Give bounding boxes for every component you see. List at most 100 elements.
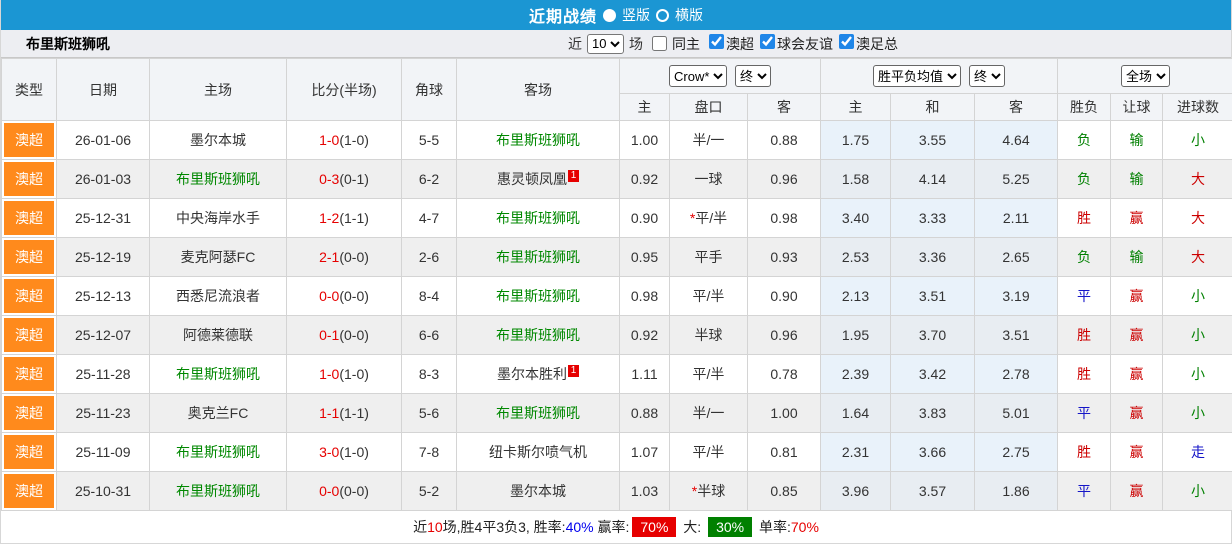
date-cell: 25-12-31 [57, 199, 150, 238]
red-card-badge: 1 [568, 170, 579, 182]
mean-away-cell: 3.51 [975, 316, 1058, 355]
recent-count-select[interactable]: 10 [587, 34, 624, 54]
vertical-layout-radio[interactable] [603, 9, 616, 22]
handicap-text: 半/一 [693, 132, 725, 148]
mean-draw-cell: 3.83 [891, 394, 975, 433]
league-badge: 澳超 [4, 201, 54, 235]
crow-home-odds-cell: 0.90 [620, 199, 670, 238]
league-badge: 澳超 [4, 162, 54, 196]
subcol-mean-home: 主 [821, 94, 891, 121]
fulltime-score: 0-1 [319, 327, 339, 343]
fulltime-score: 0-0 [319, 483, 339, 499]
mean-draw-cell: 4.14 [891, 160, 975, 199]
home-team-name: 奥克兰FC [188, 405, 249, 421]
mean-draw-cell: 3.57 [891, 472, 975, 511]
competition-checkbox[interactable] [760, 34, 775, 49]
mean-draw-cell: 3.33 [891, 199, 975, 238]
filter-controls: 近 10 场 同主 澳超球会友谊澳足总 [568, 34, 898, 54]
home-team-name: 墨尔本城 [190, 132, 246, 148]
away-team-name: 布里斯班狮吼 [496, 249, 580, 265]
bookmaker-time-select[interactable]: 终 [735, 65, 771, 87]
away-team-cell: 布里斯班狮吼 [457, 121, 620, 160]
scope-select[interactable]: 全场 [1121, 65, 1170, 87]
date-cell: 25-11-23 [57, 394, 150, 433]
mean-home-cell: 2.39 [821, 355, 891, 394]
mean-away-cell: 5.01 [975, 394, 1058, 433]
mean-home-cell: 3.40 [821, 199, 891, 238]
home-team-cell: 西悉尼流浪者 [150, 277, 287, 316]
league-cell: 澳超 [2, 316, 57, 355]
corner-cell: 6-2 [402, 160, 457, 199]
halftime-score: (1-0) [339, 132, 369, 148]
mean-home-cell: 1.95 [821, 316, 891, 355]
summary-bar: 近10场,胜4平3负3, 胜率:40% 赢率:70% 大: 30% 单率:70% [1, 511, 1231, 543]
same-home-label[interactable]: 同主 [672, 34, 700, 54]
mean-draw-cell: 3.36 [891, 238, 975, 277]
date-cell: 25-12-07 [57, 316, 150, 355]
result-cell: 负 [1058, 160, 1111, 199]
halftime-score: (0-1) [339, 171, 369, 187]
crow-home-odds-cell: 0.92 [620, 160, 670, 199]
halftime-score: (1-1) [339, 210, 369, 226]
competition-label[interactable]: 球会友谊 [777, 36, 833, 52]
handicap-result-cell: 赢 [1111, 394, 1163, 433]
corner-cell: 5-2 [402, 472, 457, 511]
crow-home-odds-cell: 1.03 [620, 472, 670, 511]
mean-time-select[interactable]: 终 [969, 65, 1005, 87]
title-bar: 近期战绩 竖版 横版 [1, 0, 1231, 30]
crow-away-odds-cell: 1.00 [748, 394, 821, 433]
goals-result-cell: 小 [1163, 472, 1232, 511]
date-cell: 26-01-06 [57, 121, 150, 160]
home-team-cell: 布里斯班狮吼 [150, 472, 287, 511]
handicap-result-cell: 赢 [1111, 433, 1163, 472]
league-cell: 澳超 [2, 238, 57, 277]
handicap-result-cell: 赢 [1111, 277, 1163, 316]
competition-label[interactable]: 澳足总 [856, 36, 898, 52]
summary-segment: 70% [632, 517, 676, 537]
away-team-name: 布里斯班狮吼 [496, 327, 580, 343]
mean-away-cell: 5.25 [975, 160, 1058, 199]
away-team-cell: 墨尔本胜利1 [457, 355, 620, 394]
handicap-result-cell: 赢 [1111, 316, 1163, 355]
handicap-text: 平/半 [693, 444, 725, 460]
handicap-text: 半球 [695, 327, 723, 343]
away-team-cell: 布里斯班狮吼 [457, 394, 620, 433]
away-team-name: 布里斯班狮吼 [496, 288, 580, 304]
away-team-name: 布里斯班狮吼 [496, 210, 580, 226]
mean-away-cell: 3.19 [975, 277, 1058, 316]
halftime-score: (0-0) [339, 327, 369, 343]
horizontal-layout-radio[interactable] [656, 9, 669, 22]
crow-home-odds-cell: 0.95 [620, 238, 670, 277]
table-row: 澳超25-10-31布里斯班狮吼0-0(0-0)5-2墨尔本城1.03*半球0.… [2, 472, 1232, 511]
crow-away-odds-cell: 0.96 [748, 316, 821, 355]
handicap-cell: 平手 [670, 238, 748, 277]
subcol-odds-home: 主 [620, 94, 670, 121]
fulltime-score: 0-0 [319, 288, 339, 304]
bookmaker-select[interactable]: Crow* [669, 65, 727, 87]
result-cell: 平 [1058, 394, 1111, 433]
home-team-name: 西悉尼流浪者 [176, 288, 260, 304]
mean-away-cell: 2.78 [975, 355, 1058, 394]
match-table-body: 澳超26-01-06墨尔本城1-0(1-0)5-5布里斯班狮吼1.00半/一0.… [2, 121, 1232, 511]
table-header: 类型 日期 主场 比分(半场) 角球 客场 Crow*终 胜平负均值终 全场 主… [2, 59, 1232, 121]
league-cell: 澳超 [2, 355, 57, 394]
score-cell: 1-1(1-1) [287, 394, 402, 433]
vertical-layout-label[interactable]: 竖版 [622, 5, 650, 25]
date-cell: 25-12-13 [57, 277, 150, 316]
date-cell: 25-11-28 [57, 355, 150, 394]
handicap-cell: *半球 [670, 472, 748, 511]
mean-select[interactable]: 胜平负均值 [873, 65, 961, 87]
handicap-text: 平/半 [693, 288, 725, 304]
crow-away-odds-cell: 0.98 [748, 199, 821, 238]
away-team-name: 布里斯班狮吼 [496, 405, 580, 421]
horizontal-layout-label[interactable]: 横版 [675, 5, 703, 25]
mean-away-cell: 2.65 [975, 238, 1058, 277]
same-home-checkbox[interactable] [652, 36, 667, 51]
competition-checkbox[interactable] [839, 34, 854, 49]
corner-cell: 8-4 [402, 277, 457, 316]
match-table: 类型 日期 主场 比分(半场) 角球 客场 Crow*终 胜平负均值终 全场 主… [1, 58, 1232, 511]
team-name: 布里斯班狮吼 [1, 34, 110, 54]
competition-checkbox[interactable] [709, 34, 724, 49]
league-cell: 澳超 [2, 121, 57, 160]
competition-label[interactable]: 澳超 [726, 36, 754, 52]
